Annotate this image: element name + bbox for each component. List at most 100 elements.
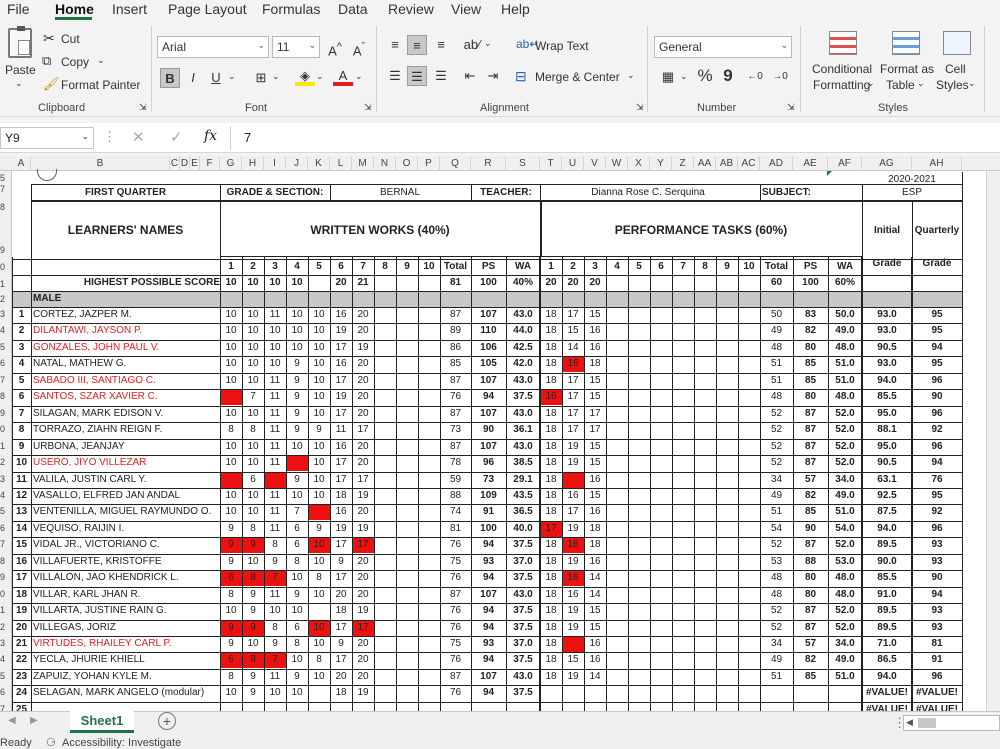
ww-score[interactable]: 9 [286, 373, 308, 389]
ww-ps[interactable]: 73 [471, 472, 506, 488]
ww-score[interactable]: 7 [264, 652, 286, 668]
initial-grade[interactable]: 90.5 [862, 340, 912, 356]
accessibility-icon[interactable]: ⚆ [46, 736, 56, 749]
ww-col-header[interactable]: 10 [418, 259, 440, 275]
pt-wa[interactable]: 52.0 [828, 406, 862, 422]
student-number[interactable]: 20 [12, 620, 31, 636]
pt-total[interactable]: 51 [760, 356, 793, 372]
ww-total[interactable]: 87 [440, 373, 471, 389]
pt-ps[interactable] [793, 685, 828, 701]
pt-wa[interactable]: 50.0 [828, 307, 862, 323]
ww-score[interactable]: 8 [242, 570, 264, 586]
ww-score[interactable]: 9 [242, 537, 264, 553]
highest-pt[interactable]: 20 [584, 275, 606, 291]
format-as-table-button[interactable]: Format as [880, 62, 934, 76]
insert-function-icon[interactable]: fx [204, 128, 217, 144]
ww-score[interactable]: 9 [286, 389, 308, 405]
ww-ps[interactable]: 106 [471, 340, 506, 356]
ww-score[interactable]: 8 [286, 636, 308, 652]
student-name[interactable]: VEQUISO, RAIJIN I. [31, 521, 220, 537]
pt-col-header[interactable]: 7 [672, 259, 694, 275]
ww-score[interactable] [330, 702, 352, 711]
ww-score[interactable]: 11 [264, 587, 286, 603]
pt-score[interactable]: 18 [540, 669, 562, 685]
ww-score[interactable]: 9 [286, 587, 308, 603]
pt-score[interactable]: 18 [540, 504, 562, 520]
ww-score[interactable] [308, 702, 330, 711]
initial-grade[interactable]: 88.1 [862, 422, 912, 438]
ww-score[interactable]: 9 [286, 356, 308, 372]
ww-col-header[interactable]: 4 [286, 259, 308, 275]
paste-button[interactable]: Paste [5, 63, 36, 77]
ww-score[interactable]: 10 [308, 389, 330, 405]
sheet-cells[interactable]: 2020-2021 FIRST QUARTER GRADE & SECTION: BE… [0, 156, 1000, 711]
ww-score[interactable]: 10 [308, 669, 330, 685]
ww-score[interactable]: 10 [308, 406, 330, 422]
pt-ps[interactable]: 85 [793, 504, 828, 520]
pt-score[interactable]: 18 [540, 472, 562, 488]
clipboard-launcher-icon[interactable]: ⇲ [139, 102, 147, 113]
ww-total[interactable]: 86 [440, 340, 471, 356]
ww-score[interactable] [308, 685, 330, 701]
ww-score[interactable]: 20 [352, 406, 374, 422]
ww-score[interactable]: 7 [286, 504, 308, 520]
pt-col-header[interactable]: Total [760, 259, 793, 275]
ww-score[interactable]: 6 [286, 521, 308, 537]
pt-ps[interactable]: 80 [793, 570, 828, 586]
ww-score[interactable]: 20 [352, 587, 374, 603]
pt-col-header[interactable]: 5 [628, 259, 650, 275]
student-number[interactable]: 11 [12, 472, 31, 488]
grade-section-value[interactable]: BERNAL [330, 185, 470, 201]
pt-score[interactable]: 15 [584, 439, 606, 455]
ww-score[interactable]: 10 [220, 685, 242, 701]
ww-wa[interactable]: 42.0 [506, 356, 540, 372]
ww-score[interactable]: 10 [220, 323, 242, 339]
font-color-icon[interactable]: A [333, 66, 353, 86]
pt-score[interactable]: 17 [562, 422, 584, 438]
number-launcher-icon[interactable]: ⇲ [787, 102, 795, 113]
ww-score[interactable]: 10 [220, 488, 242, 504]
ww-wa[interactable]: 37.0 [506, 636, 540, 652]
ww-score[interactable]: 10 [264, 685, 286, 701]
ww-score[interactable]: 10 [264, 356, 286, 372]
pt-total[interactable]: 52 [760, 455, 793, 471]
student-number[interactable]: 1 [12, 307, 31, 323]
pt-score[interactable]: 18 [540, 620, 562, 636]
quarterly-grade[interactable]: 96 [912, 521, 962, 537]
quarterly-grade[interactable]: 90 [912, 389, 962, 405]
pt-wa[interactable]: 48.0 [828, 389, 862, 405]
ww-score[interactable]: 11 [264, 439, 286, 455]
pt-score[interactable]: 15 [562, 652, 584, 668]
increase-indent-icon[interactable]: ⇥ [483, 66, 503, 86]
learners-names-header[interactable]: LEARNERS' NAMES [31, 223, 220, 239]
increase-decimal-icon[interactable]: ←0 [745, 67, 765, 87]
pt-score[interactable]: 19 [562, 620, 584, 636]
ww-total[interactable]: 74 [440, 504, 471, 520]
ww-score[interactable]: 8 [242, 422, 264, 438]
ww-score[interactable]: 8 [242, 652, 264, 668]
cut-icon[interactable]: ✂ [43, 30, 55, 47]
initial-grade[interactable]: 93.0 [862, 323, 912, 339]
underline-dropdown-icon[interactable]: ⌄ [228, 71, 236, 82]
menu-home[interactable]: Home [55, 1, 94, 17]
student-number[interactable]: 5 [12, 373, 31, 389]
pt-col-header[interactable]: 9 [716, 259, 738, 275]
pt-score[interactable]: 17 [584, 406, 606, 422]
ww-ps[interactable]: 100 [471, 521, 506, 537]
ww-ps[interactable]: 93 [471, 554, 506, 570]
wrap-text-button[interactable]: Wrap Text [535, 39, 589, 53]
pt-score[interactable] [584, 702, 606, 711]
student-name[interactable]: DILANTAWI, JAYSON P. [31, 323, 220, 339]
ww-score[interactable]: 10 [242, 504, 264, 520]
ww-total[interactable]: 87 [440, 669, 471, 685]
ww-score[interactable]: 9 [242, 587, 264, 603]
pt-ps[interactable]: 83 [793, 307, 828, 323]
pt-score[interactable]: 18 [540, 307, 562, 323]
decrease-decimal-icon[interactable]: →0 [770, 67, 790, 87]
pt-score[interactable]: 16 [562, 587, 584, 603]
pt-wa[interactable] [828, 685, 862, 701]
quarterly-grade[interactable]: 96 [912, 669, 962, 685]
ww-col-header[interactable]: 8 [374, 259, 396, 275]
ww-score[interactable]: 10 [220, 340, 242, 356]
pt-score[interactable]: 17 [562, 504, 584, 520]
